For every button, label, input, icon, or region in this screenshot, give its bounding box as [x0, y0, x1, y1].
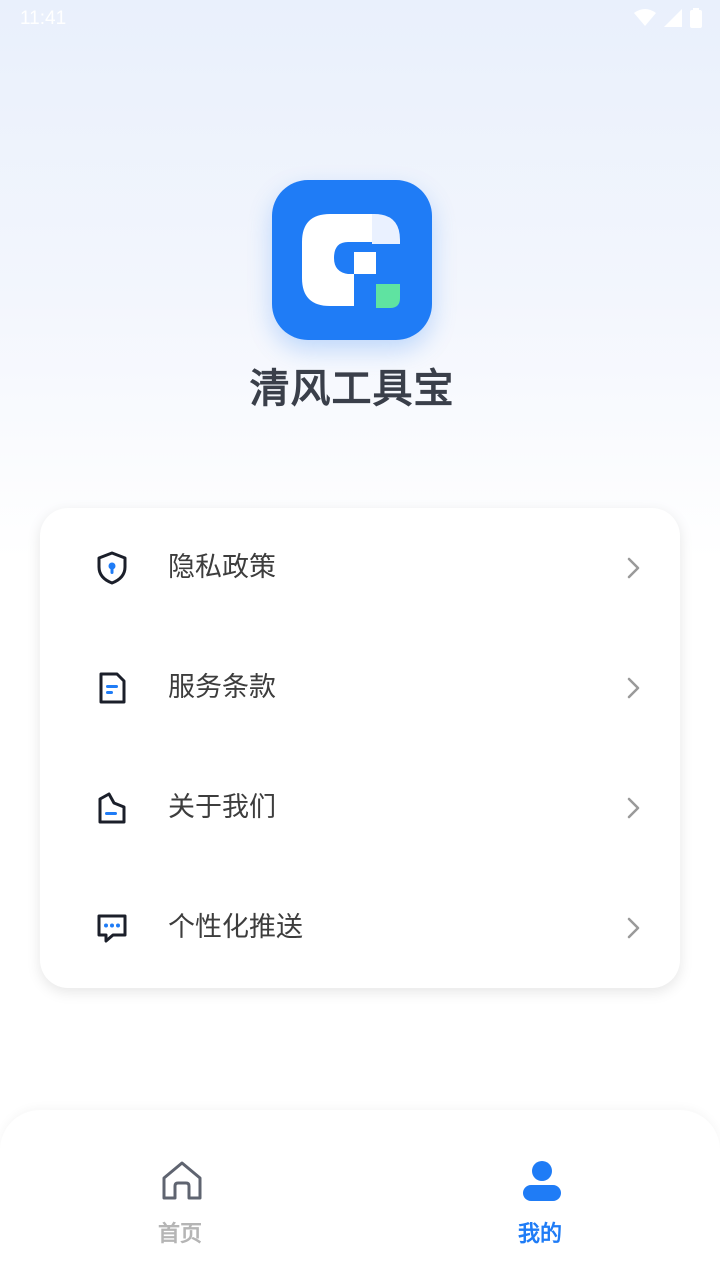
app-logo — [272, 180, 432, 340]
menu-item-privacy-policy[interactable]: 隐私政策 — [40, 508, 680, 628]
user-icon — [523, 1161, 561, 1201]
battery-icon — [690, 8, 702, 28]
app-name: 清风工具宝 — [249, 366, 455, 412]
chevron-right-icon — [627, 797, 640, 819]
menu-item-personalized-push[interactable]: 个性化推送 — [40, 868, 680, 988]
app-logo-icon — [302, 214, 400, 308]
menu-item-label: 隐私政策 — [168, 552, 276, 583]
settings-menu-card: 隐私政策 服务条款 关于我们 个性化推送 — [40, 508, 680, 988]
building-icon — [98, 792, 126, 824]
menu-item-label: 个性化推送 — [168, 912, 303, 943]
status-bar: 11:41 — [0, 0, 720, 38]
chevron-right-icon — [627, 677, 640, 699]
wifi-icon — [634, 9, 656, 26]
shield-lock-icon — [97, 551, 127, 585]
tab-label: 我的 — [517, 1222, 562, 1247]
chevron-right-icon — [627, 557, 640, 579]
document-icon — [99, 672, 126, 704]
tab-label: 首页 — [157, 1222, 202, 1247]
menu-item-label: 服务条款 — [168, 672, 276, 703]
cellular-signal-icon — [664, 9, 682, 27]
home-icon — [162, 1161, 202, 1200]
menu-item-about-us[interactable]: 关于我们 — [40, 748, 680, 868]
tab-mine[interactable]: 我的 — [480, 1150, 600, 1260]
status-time: 11:41 — [20, 8, 67, 29]
chevron-right-icon — [627, 917, 640, 939]
status-icons — [634, 8, 702, 28]
chat-bubble-icon — [97, 914, 127, 943]
menu-item-terms-of-service[interactable]: 服务条款 — [40, 628, 680, 748]
tab-home[interactable]: 首页 — [120, 1150, 240, 1260]
bottom-tab-bar: 首页 我的 — [0, 1110, 720, 1280]
menu-item-label: 关于我们 — [168, 792, 276, 823]
